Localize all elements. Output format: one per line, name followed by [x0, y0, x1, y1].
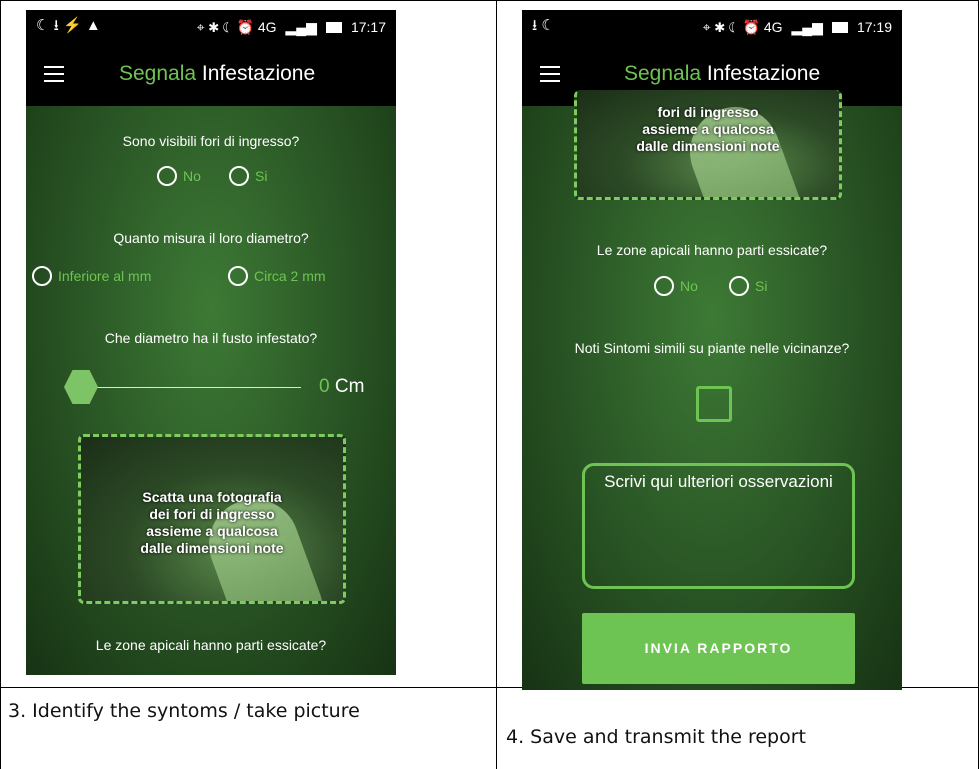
radio-label: Inferiore al mm	[58, 268, 152, 284]
status-bar: ☾ ⭳ ⚡ ▲ ⌖ ✱ ☾ ⏰ 4G ▂▄▆ 17:17	[26, 10, 396, 44]
hamburger-menu-icon[interactable]	[44, 66, 64, 82]
radio-label: Si	[255, 168, 268, 184]
question-nearby-symptoms: Noti Sintomi simili su piante nelle vici…	[574, 340, 850, 356]
radio-circle-icon	[157, 166, 177, 186]
status-icons-left: ☾ ⭳ ⚡ ▲	[36, 16, 101, 34]
status-time: 17:17	[350, 19, 386, 35]
radio-option-2mm[interactable]: Circa 2 mm	[228, 266, 326, 286]
radio-label: Si	[755, 278, 768, 294]
status-icons: ⌖ ✱ ☾ ⏰ 4G	[702, 18, 783, 35]
photo-instruction: Scatta una fotografia dei fori di ingres…	[140, 489, 284, 556]
radio-option-no[interactable]: No	[157, 166, 201, 186]
question-stem-diameter: Che diametro ha il fusto infestato?	[104, 330, 318, 346]
radio-option-less-mm[interactable]: Inferiore al mm	[32, 266, 151, 286]
app-title-rest: Infestazione	[196, 62, 316, 85]
status-bar: ⭳ ☾ ⌖ ✱ ☾ ⏰ 4G ▂▄▆ 17:19	[522, 10, 902, 44]
photo-capture-area[interactable]: fori di ingresso assieme a qualcosa dall…	[574, 90, 842, 200]
signal-icon: ▂▄▆	[791, 18, 823, 35]
textarea-placeholder: Scrivi qui ulteriori osservazioni	[604, 472, 833, 491]
table-border-left	[0, 0, 1, 769]
radio-option-si[interactable]: Si	[729, 276, 767, 296]
radio-circle-icon	[32, 266, 52, 286]
radio-option-no[interactable]: No	[654, 276, 698, 296]
radio-label: No	[183, 168, 201, 184]
battery-icon	[325, 21, 342, 33]
nearby-symptoms-checkbox[interactable]	[696, 386, 732, 422]
slider-value-number: 0	[319, 376, 330, 397]
radio-circle-icon	[729, 276, 749, 296]
phone-screenshot-left: ☾ ⭳ ⚡ ▲ ⌖ ✱ ☾ ⏰ 4G ▂▄▆ 17:17 Segnala Inf…	[26, 10, 396, 675]
status-icons-right: ⌖ ✱ ☾ ⏰ 4G ▂▄▆ 17:19	[703, 19, 892, 36]
radio-label: Circa 2 mm	[254, 268, 326, 284]
radio-circle-icon	[654, 276, 674, 296]
app-bar: Segnala Infestazione	[26, 44, 396, 106]
phone-screenshot-right: ⭳ ☾ ⌖ ✱ ☾ ⏰ 4G ▂▄▆ 17:19 Segnala Infesta…	[522, 10, 902, 690]
slider-value: 0 Cm	[319, 376, 364, 398]
question-diameter: Quanto misura il loro diametro?	[113, 230, 309, 246]
document-table: ☾ ⭳ ⚡ ▲ ⌖ ✱ ☾ ⏰ 4G ▂▄▆ 17:17 Segnala Inf…	[0, 0, 979, 769]
slider-track[interactable]	[81, 387, 301, 388]
caption-right: 4. Save and transmit the report	[506, 726, 807, 748]
photo-capture-area[interactable]: Scatta una fotografia dei fori di ingres…	[78, 434, 346, 604]
app-title-accent: Segnala	[624, 62, 702, 85]
status-icons-left: ⭳ ☾	[532, 16, 555, 34]
question-entry-holes: Sono visibili fori di ingresso?	[122, 133, 300, 149]
photo-instruction: fori di ingresso assieme a qualcosa dall…	[636, 104, 780, 154]
table-border-top	[0, 0, 979, 1]
radio-circle-icon	[229, 166, 249, 186]
status-time: 17:19	[856, 19, 892, 35]
question-apical-zones: Le zone apicali hanno parti essicate?	[596, 242, 828, 258]
observations-textarea[interactable]: Scrivi qui ulteriori osservazioni	[582, 463, 855, 589]
status-icons-right: ⌖ ✱ ☾ ⏰ 4G ▂▄▆ 17:17	[197, 19, 386, 36]
slider-value-unit: Cm	[329, 376, 365, 397]
table-border-middle	[496, 0, 497, 769]
radio-circle-icon	[228, 266, 248, 286]
app-title-rest: Infestazione	[701, 62, 821, 85]
caption-left: 3. Identify the syntoms / take picture	[8, 700, 360, 722]
signal-icon: ▂▄▆	[285, 18, 317, 35]
app-title: Segnala Infestazione	[624, 62, 820, 86]
radio-label: No	[680, 278, 698, 294]
app-title: Segnala Infestazione	[119, 62, 315, 86]
question-apical-zones: Le zone apicali hanno parti essicate?	[95, 637, 327, 653]
hamburger-menu-icon[interactable]	[540, 66, 560, 82]
status-icons: ⌖ ✱ ☾ ⏰ 4G	[196, 18, 277, 35]
app-title-accent: Segnala	[119, 62, 197, 85]
radio-option-si[interactable]: Si	[229, 166, 267, 186]
submit-report-button[interactable]: INVIA RAPPORTO	[582, 613, 855, 684]
battery-icon	[831, 21, 848, 33]
